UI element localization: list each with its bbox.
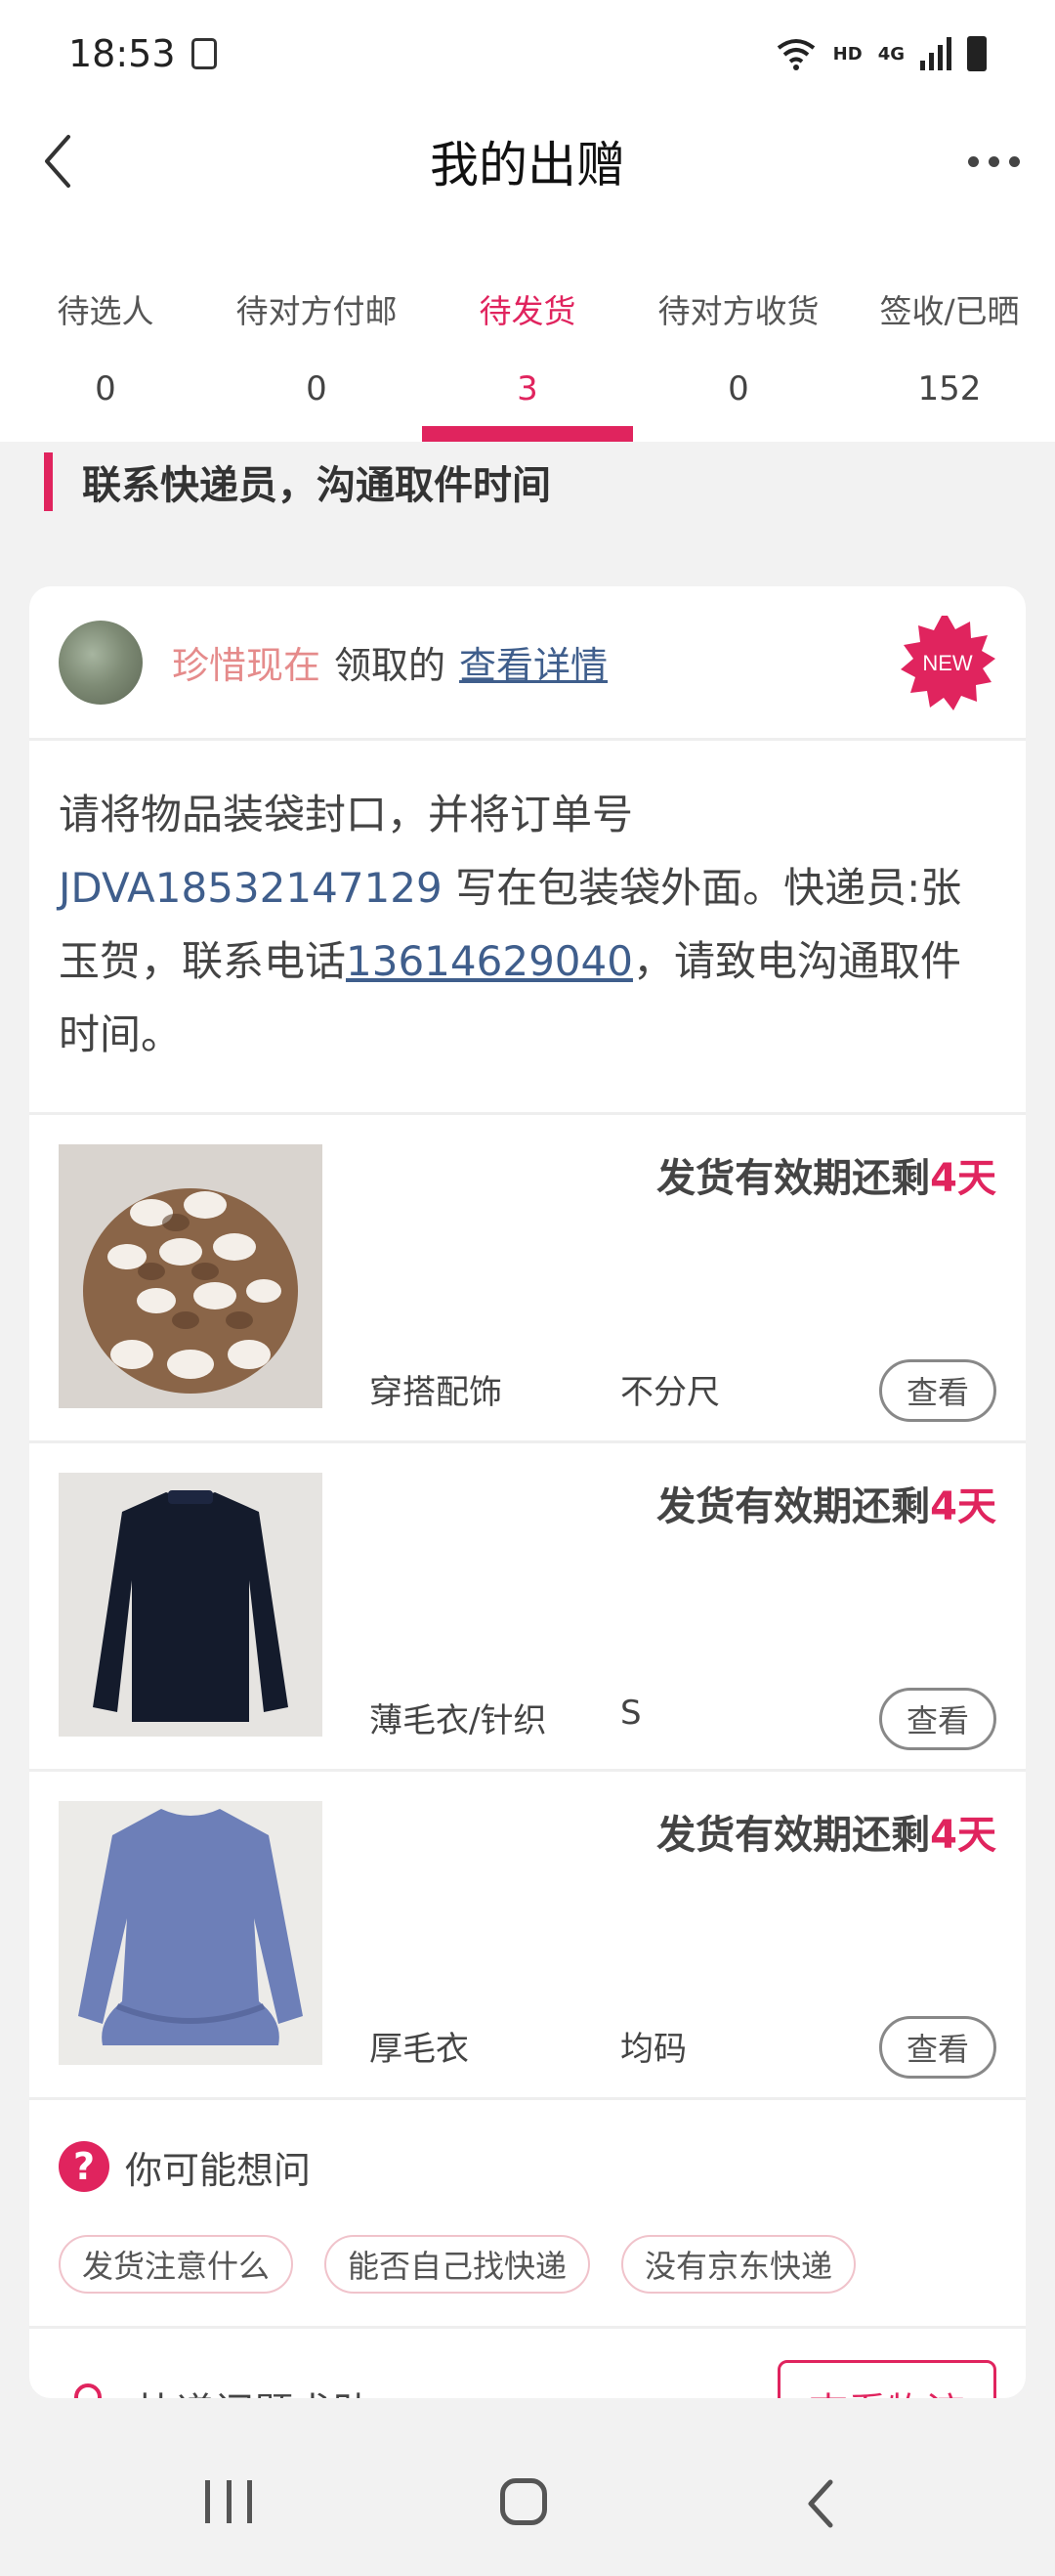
list-item[interactable]: 发货有效期还剩4天 厚毛衣 均码 查看 bbox=[29, 1772, 1026, 2100]
page-title: 我的出赠 bbox=[430, 137, 625, 193]
avatar[interactable] bbox=[59, 620, 143, 705]
item-photo bbox=[59, 1473, 322, 1737]
list-item[interactable]: 发货有效期还剩4天 穿搭配饰 不分尺 查看 bbox=[29, 1115, 1026, 1443]
hd-indicator: HD bbox=[832, 43, 863, 64]
recent-apps-icon[interactable] bbox=[205, 2480, 252, 2523]
view-logistics-button[interactable]: 查看物流 bbox=[778, 2360, 996, 2398]
signal-icon bbox=[920, 37, 951, 70]
tab-pending-postage[interactable]: 待对方付邮 0 bbox=[211, 215, 422, 442]
tab-pending-shipment[interactable]: 待发货 3 bbox=[422, 215, 633, 442]
section-accent-bar bbox=[44, 452, 53, 511]
deadline-label: 发货有效期还剩 bbox=[656, 1484, 931, 1529]
item-photo bbox=[59, 1801, 322, 2065]
faq-chip[interactable]: 没有京东快递 bbox=[621, 2235, 857, 2294]
order-card: 珍惜现在 领取的 查看详情 NEW 请将物品装袋封口，并将订单号 JDVA185… bbox=[29, 586, 1026, 2398]
question-icon: ? bbox=[59, 2141, 109, 2192]
nav-back-icon[interactable] bbox=[801, 2476, 840, 2531]
view-details-link[interactable]: 查看详情 bbox=[459, 635, 608, 689]
status-tabs: 待选人 0 待对方付邮 0 待发货 3 待对方收货 0 签收/已晒 152 bbox=[0, 215, 1055, 442]
new-badge: NEW bbox=[901, 616, 995, 710]
tab-label: 待对方收货 bbox=[657, 292, 820, 330]
wifi-icon bbox=[777, 39, 815, 70]
active-tab-indicator bbox=[422, 426, 633, 442]
tab-count: 3 bbox=[517, 369, 538, 408]
tab-count: 0 bbox=[95, 369, 116, 408]
shipping-deadline: 发货有效期还剩4天 bbox=[656, 1146, 996, 1203]
shipping-deadline: 发货有效期还剩4天 bbox=[656, 1475, 996, 1531]
tab-pending-receipt[interactable]: 待对方收货 0 bbox=[633, 215, 844, 442]
network-indicator: 4G bbox=[877, 43, 905, 64]
item-size: 均码 bbox=[620, 2030, 687, 2069]
tab-label: 待对方付邮 bbox=[235, 292, 398, 330]
view-item-button[interactable]: 查看 bbox=[879, 1688, 996, 1750]
deadline-days: 4天 bbox=[930, 1813, 996, 1858]
receiver-row: 珍惜现在 领取的 查看详情 NEW bbox=[29, 586, 1026, 741]
status-time: 18:53 bbox=[68, 32, 176, 75]
system-nav-bar bbox=[0, 2424, 1055, 2576]
back-icon[interactable] bbox=[27, 127, 96, 195]
status-bar: 18:53 HD 4G bbox=[0, 0, 1055, 107]
shipping-instruction: 请将物品装袋封口，并将订单号 JDVA18532147129 写在包装袋外面。快… bbox=[29, 741, 1026, 1115]
faq-title: 你可能想问 bbox=[125, 2148, 312, 2192]
tab-label: 待选人 bbox=[57, 292, 154, 330]
faq-chips: 发货注意什么 能否自己找快递 没有京东快递 bbox=[59, 2235, 996, 2294]
deadline-days: 4天 bbox=[930, 1484, 996, 1529]
section-banner: 联系快递员，沟通取件时间 bbox=[44, 452, 551, 511]
order-number: JDVA18532147129 bbox=[59, 864, 443, 912]
receiver-verb: 领取的 bbox=[334, 644, 446, 687]
deadline-days: 4天 bbox=[930, 1156, 996, 1201]
receiver-name[interactable]: 珍惜现在 bbox=[172, 635, 320, 689]
help-row: 快递问题求助 查看物流 bbox=[29, 2329, 1026, 2398]
view-item-button[interactable]: 查看 bbox=[879, 1359, 996, 1422]
battery-icon bbox=[967, 36, 987, 71]
tab-label: 待发货 bbox=[479, 292, 576, 330]
item-size: 不分尺 bbox=[620, 1373, 720, 1412]
new-badge-text: NEW bbox=[922, 651, 973, 675]
tab-received[interactable]: 签收/已晒 152 bbox=[844, 215, 1055, 442]
faq-chip[interactable]: 发货注意什么 bbox=[59, 2235, 294, 2294]
item-size: S bbox=[620, 1694, 642, 1733]
tab-count: 152 bbox=[917, 369, 982, 408]
faq-section: ? 你可能想问 发货注意什么 能否自己找快递 没有京东快递 bbox=[29, 2100, 1026, 2329]
list-item[interactable]: 发货有效期还剩4天 薄毛衣/针织 S 查看 bbox=[29, 1443, 1026, 1772]
more-options-icon[interactable] bbox=[959, 137, 1028, 186]
instruction-text: 请将物品装袋封口，并将订单号 bbox=[59, 791, 634, 838]
tab-label: 签收/已晒 bbox=[879, 292, 1020, 330]
faq-header: ? 你可能想问 bbox=[59, 2139, 996, 2194]
courier-help-link[interactable]: 快递问题求助 bbox=[137, 2381, 371, 2398]
document-icon bbox=[190, 38, 217, 69]
status-icons: HD 4G bbox=[775, 36, 987, 71]
item-category: 厚毛衣 bbox=[369, 2030, 469, 2069]
faq-chip[interactable]: 能否自己找快递 bbox=[324, 2235, 591, 2294]
tab-count: 0 bbox=[728, 369, 749, 408]
app-header: 我的出赠 bbox=[0, 107, 1055, 215]
person-icon bbox=[74, 2383, 102, 2398]
item-category: 薄毛衣/针织 bbox=[369, 1701, 547, 1740]
deadline-label: 发货有效期还剩 bbox=[656, 1156, 931, 1201]
item-category: 穿搭配饰 bbox=[369, 1373, 502, 1412]
section-title: 联系快递员，沟通取件时间 bbox=[82, 463, 551, 508]
shipping-deadline: 发货有效期还剩4天 bbox=[656, 1803, 996, 1860]
view-item-button[interactable]: 查看 bbox=[879, 2016, 996, 2079]
item-photo bbox=[59, 1144, 322, 1408]
deadline-label: 发货有效期还剩 bbox=[656, 1813, 931, 1858]
courier-phone-link[interactable]: 13614629040 bbox=[346, 937, 633, 985]
tab-count: 0 bbox=[306, 369, 327, 408]
home-icon[interactable] bbox=[500, 2478, 547, 2525]
tab-pending-select[interactable]: 待选人 0 bbox=[0, 215, 211, 442]
